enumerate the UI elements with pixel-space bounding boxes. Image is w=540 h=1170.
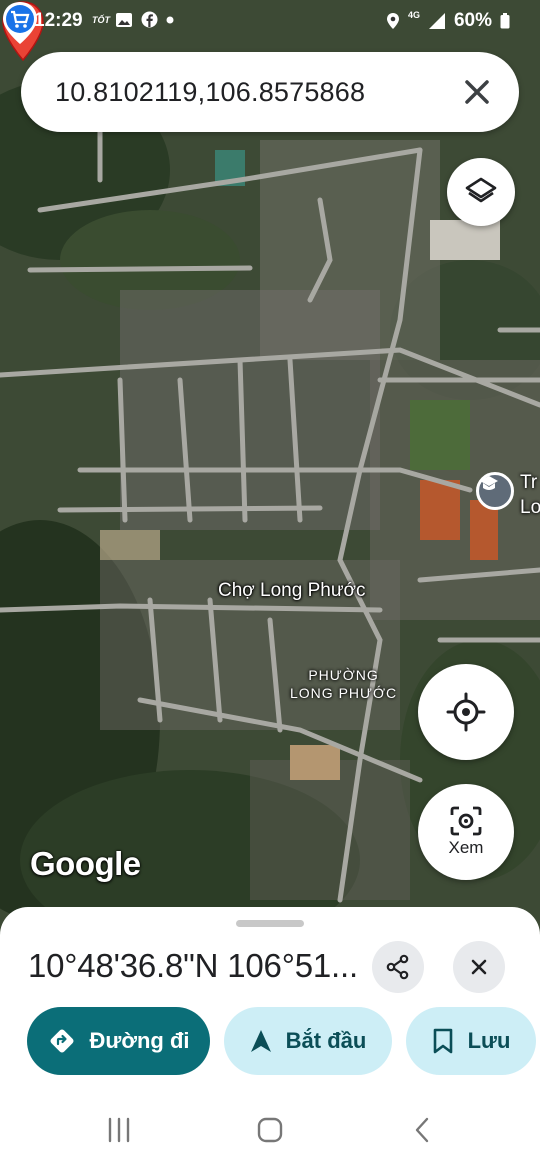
recent-apps-icon: [108, 1117, 130, 1143]
close-icon: [471, 959, 487, 975]
home-button[interactable]: [250, 1112, 290, 1148]
ward-label: PHƯỜNG LONG PHƯỚC: [290, 666, 397, 702]
school-pin-icon[interactable]: [476, 472, 514, 510]
save-button[interactable]: Lưu: [406, 1007, 536, 1075]
lens-label: Xem: [448, 838, 484, 857]
status-icons-left: [115, 11, 174, 28]
directions-label: Đường đi: [89, 1028, 190, 1053]
navigation-arrow-icon: [250, 1030, 271, 1052]
status-battery: 60%: [453, 10, 492, 31]
signal-icon: [428, 13, 445, 29]
drag-handle[interactable]: [236, 920, 304, 927]
lens-icon: [450, 806, 482, 836]
place-title: 10°48'36.8"N 106°51...: [28, 947, 358, 984]
search-bar[interactable]: 10.8102119,106.8575868: [21, 52, 519, 132]
school-label-line2: Lo: [520, 497, 540, 518]
location-icon: [386, 13, 399, 29]
status-bar: 12:29 TỐT 4G 60%: [0, 0, 540, 42]
market-label[interactable]: Chợ Long Phước: [218, 580, 366, 602]
status-icons-right: 4G 60%: [386, 10, 510, 32]
battery-icon: [500, 13, 510, 29]
status-network: 4G: [407, 10, 420, 20]
recent-apps-button[interactable]: [99, 1112, 139, 1148]
school-label[interactable]: Tr Lo: [520, 470, 540, 520]
back-button[interactable]: [402, 1112, 442, 1148]
start-button[interactable]: Bắt đầu: [224, 1007, 392, 1075]
bookmark-icon: [433, 1028, 452, 1054]
status-time: 12:29: [34, 10, 83, 31]
gallery-icon: [116, 12, 132, 27]
close-place-button[interactable]: [453, 941, 505, 993]
home-icon: [257, 1117, 283, 1143]
lens-button[interactable]: Xem: [418, 784, 514, 880]
start-label: Bắt đầu: [285, 1028, 367, 1053]
share-icon: [386, 954, 409, 980]
ward-label-line2: LONG PHƯỚC: [290, 685, 398, 701]
my-location-icon: [446, 692, 486, 732]
search-query[interactable]: 10.8102119,106.8575868: [55, 77, 365, 108]
ward-label-line1: PHƯỜNG: [308, 667, 379, 683]
dot-icon: [166, 16, 174, 23]
close-icon[interactable]: [457, 72, 497, 112]
save-label: Lưu: [467, 1028, 511, 1053]
share-button[interactable]: [372, 941, 424, 993]
my-location-button[interactable]: [418, 664, 514, 760]
layers-icon: [465, 177, 497, 203]
system-nav-bar: [0, 1090, 540, 1170]
layers-button[interactable]: [447, 158, 515, 226]
status-carrier: TỐT: [92, 15, 110, 25]
google-attribution: Google: [30, 845, 141, 882]
school-label-line1: Tr: [520, 472, 538, 493]
directions-button[interactable]: Đường đi: [27, 1007, 210, 1075]
facebook-icon: [141, 11, 158, 28]
back-icon: [415, 1117, 429, 1143]
directions-icon: [50, 1029, 73, 1053]
